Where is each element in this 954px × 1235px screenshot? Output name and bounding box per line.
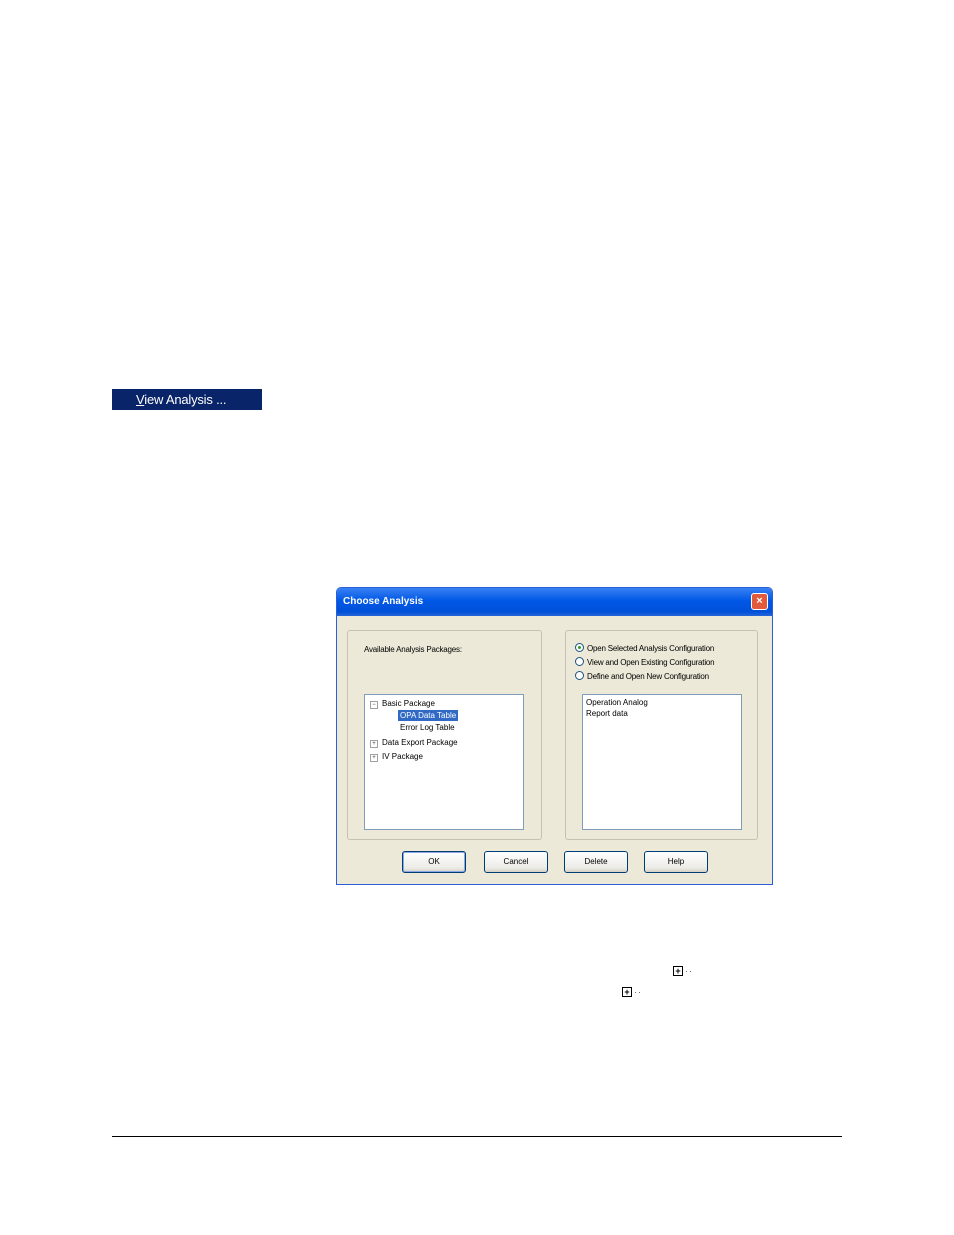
configuration-group: Open Selected Analysis Configuration Vie…: [565, 630, 758, 840]
tree-item-basic-package[interactable]: Basic Package: [382, 698, 435, 709]
choose-analysis-dialog: Choose Analysis × Available Analysis Pac…: [336, 587, 773, 885]
list-item[interactable]: Report data: [586, 708, 738, 719]
expand-plus-icon: +: [673, 966, 683, 976]
dialog-title: Choose Analysis: [343, 596, 424, 607]
footer-rule: [112, 1136, 842, 1137]
tree-dots: ··: [634, 987, 642, 997]
packages-label: Available Analysis Packages:: [364, 645, 462, 654]
radio-label: View and Open Existing Configuration: [587, 658, 715, 667]
package-tree[interactable]: − Basic Package OPA Data Table Error Log…: [364, 694, 524, 830]
expand-icon[interactable]: +: [370, 754, 378, 762]
radio-view-and-open[interactable]: View and Open Existing Configuration: [575, 657, 715, 669]
delete-button[interactable]: Delete: [564, 851, 628, 873]
tree-item-error-log-table[interactable]: Error Log Table: [400, 722, 455, 733]
radio-define-new[interactable]: Define and Open New Configuration: [575, 671, 709, 683]
help-button[interactable]: Help: [644, 851, 708, 873]
radio-label: Open Selected Analysis Configuration: [587, 644, 715, 653]
ok-button[interactable]: OK: [402, 851, 466, 873]
radio-open-selected[interactable]: Open Selected Analysis Configuration: [575, 643, 714, 655]
tree-dots: ··: [685, 966, 693, 976]
expand-plus-icon: +: [622, 987, 632, 997]
radio-icon: [575, 671, 584, 681]
configuration-list[interactable]: Operation Analog Report data: [582, 694, 742, 830]
packages-group: Available Analysis Packages: − Basic Pac…: [347, 630, 542, 840]
radio-label: Define and Open New Configuration: [587, 672, 709, 681]
tree-item-opa-data-table[interactable]: OPA Data Table: [398, 710, 459, 721]
cancel-button[interactable]: Cancel: [484, 851, 548, 873]
dialog-titlebar: Choose Analysis ×: [337, 588, 772, 616]
view-analysis-menu-item[interactable]: View Analysis ...: [112, 389, 262, 410]
tree-item-data-export-package[interactable]: Data Export Package: [382, 737, 458, 748]
radio-icon: [575, 657, 584, 667]
close-icon[interactable]: ×: [751, 593, 768, 610]
tree-item-iv-package[interactable]: IV Package: [382, 751, 423, 762]
menu-mnemonic: V: [136, 392, 145, 407]
collapse-icon[interactable]: −: [370, 701, 378, 709]
expand-icon[interactable]: +: [370, 740, 378, 748]
menu-label: iew Analysis ...: [144, 392, 227, 407]
radio-checked-icon: [575, 643, 584, 653]
list-item[interactable]: Operation Analog: [586, 697, 738, 708]
